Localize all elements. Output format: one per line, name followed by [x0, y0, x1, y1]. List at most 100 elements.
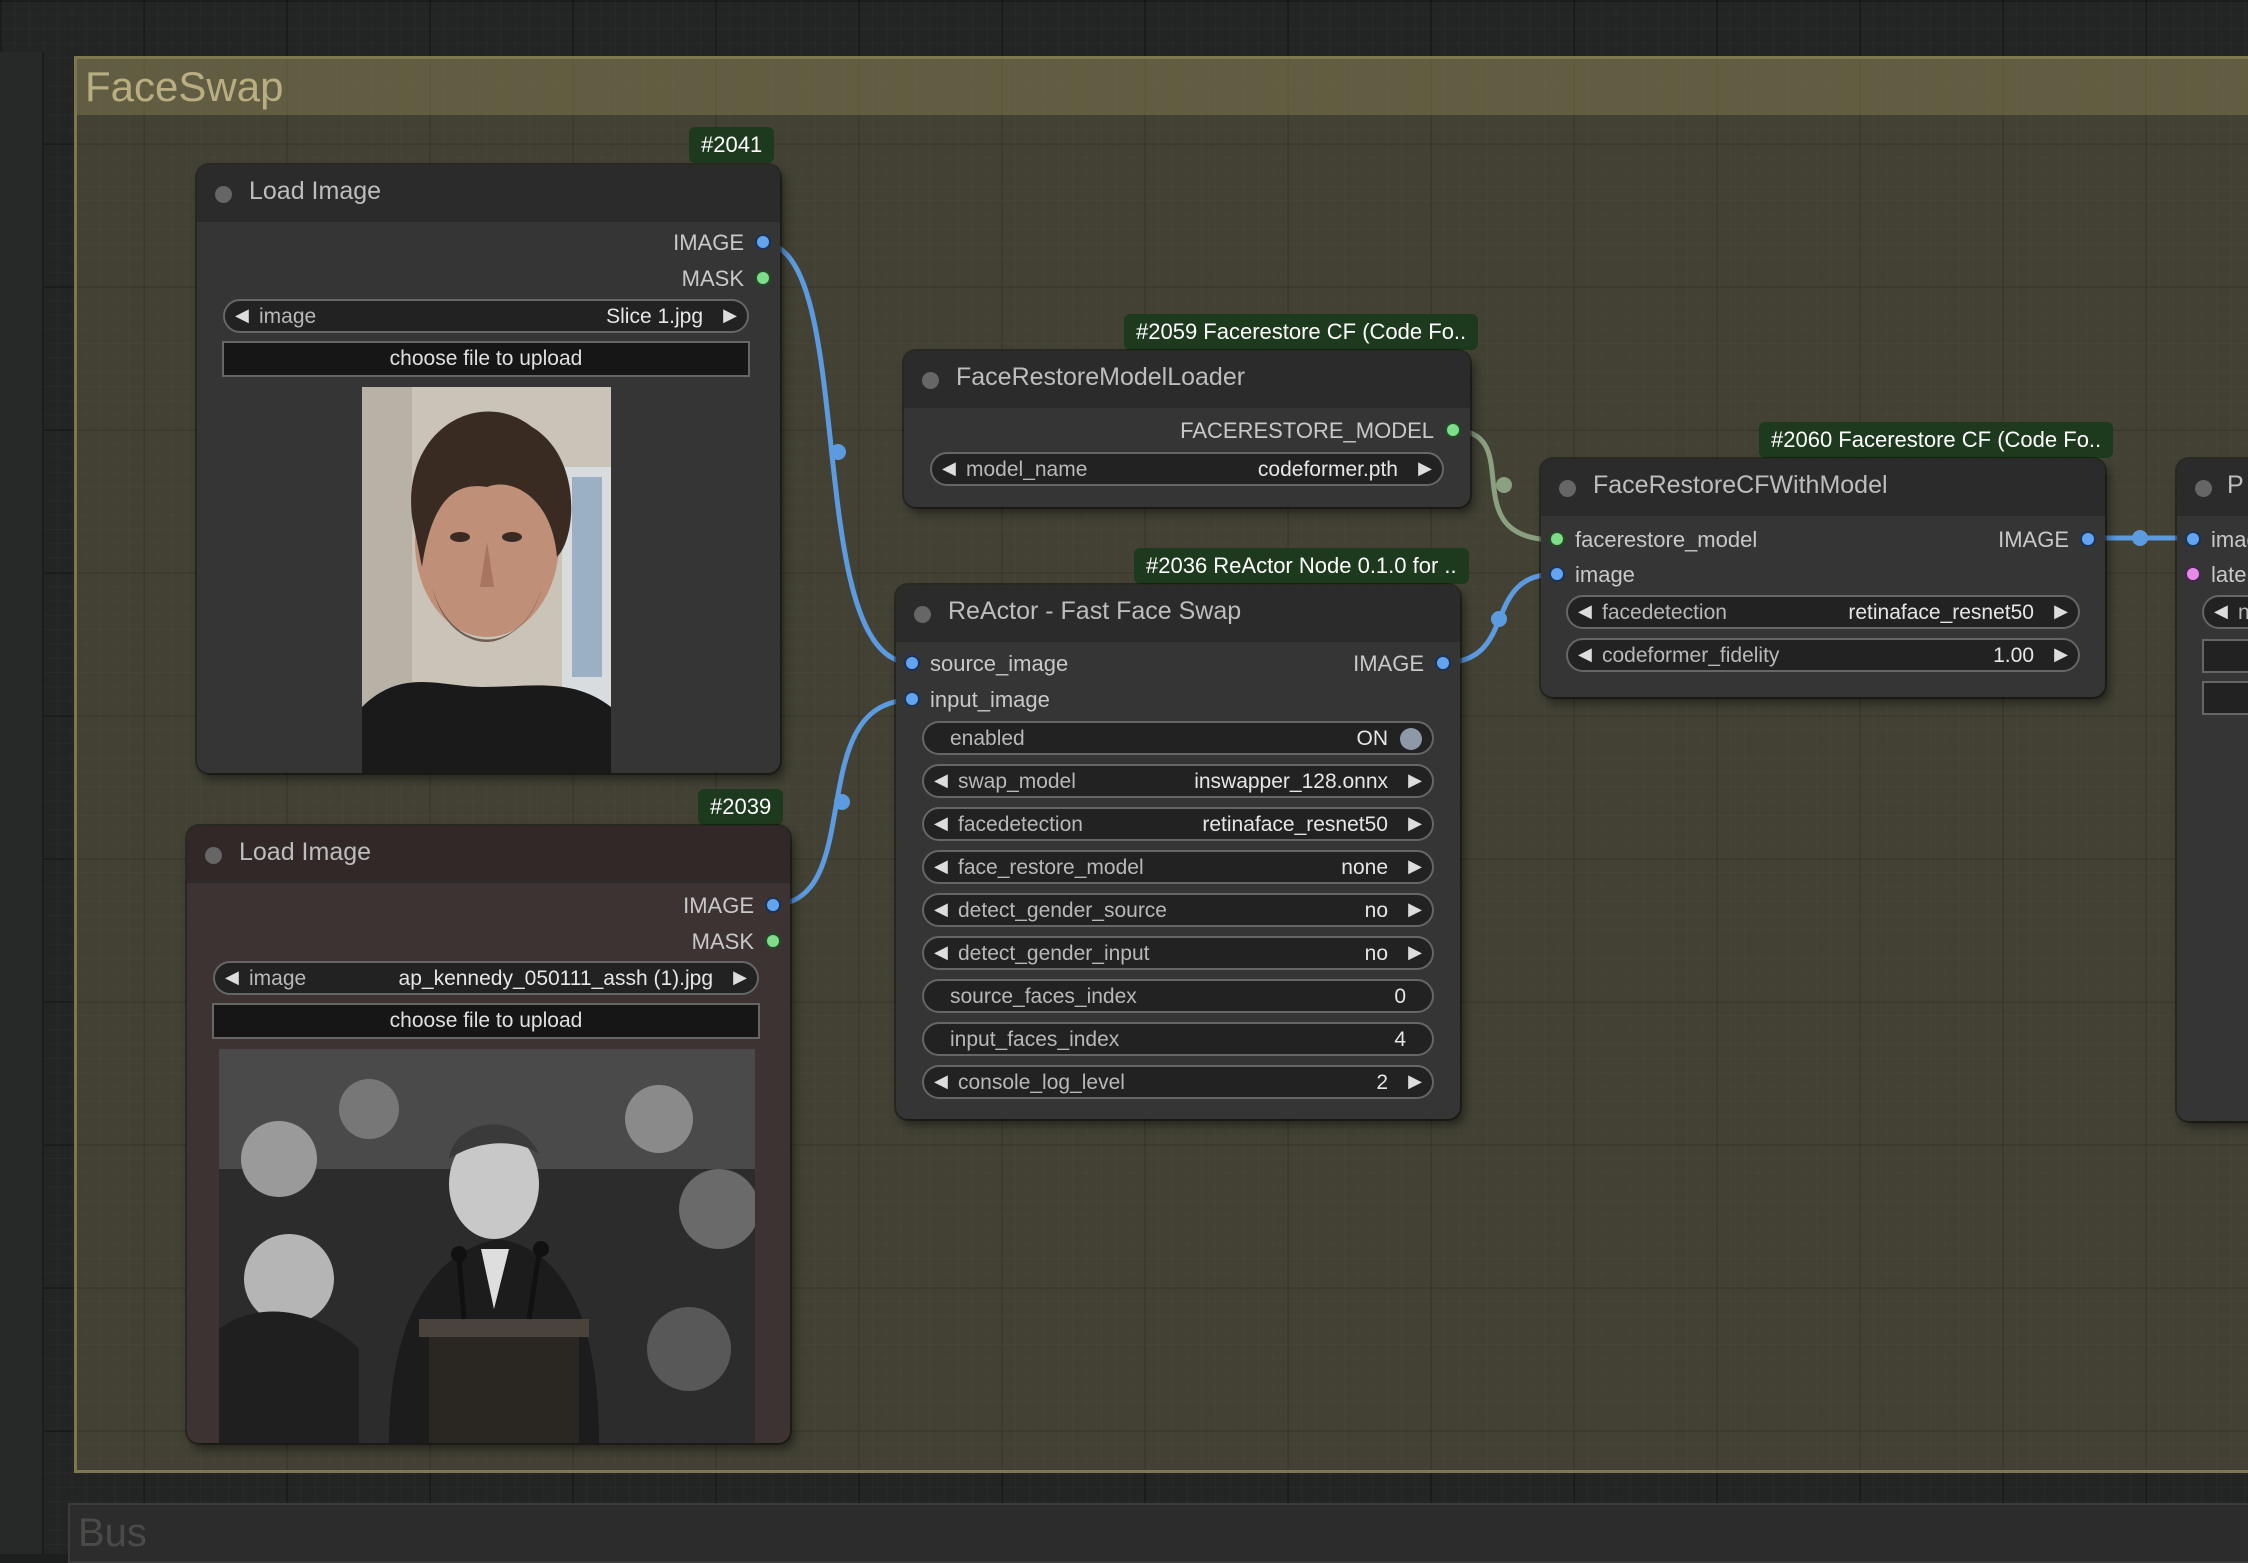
- collapse-dot-icon[interactable]: [2195, 480, 2212, 497]
- right-arrow-icon[interactable]: ▶: [2054, 601, 2068, 622]
- output-label-image: IMAGE: [683, 893, 754, 918]
- left-arrow-icon[interactable]: ◀: [2214, 601, 2228, 622]
- right-arrow-icon[interactable]: ▶: [1408, 813, 1422, 834]
- widget-name: enabled: [950, 727, 1025, 750]
- node-header[interactable]: P: [2177, 459, 2248, 516]
- input-label-latent: late: [2211, 562, 2247, 587]
- text-input-faces-index[interactable]: input_faces_index 4: [922, 1022, 1434, 1056]
- combo-image[interactable]: ◀ image ap_kennedy_050111_assh (1).jpg ▶: [213, 961, 759, 995]
- combo-swap-model[interactable]: ◀ swap_model inswapper_128.onnx ▶: [922, 764, 1434, 798]
- widget-name: source_faces_index: [950, 985, 1137, 1008]
- right-arrow-icon[interactable]: ▶: [733, 967, 747, 988]
- left-arrow-icon[interactable]: ◀: [235, 305, 249, 326]
- input-slot-latent[interactable]: [2187, 568, 2199, 580]
- collapse-dot-icon[interactable]: [922, 372, 939, 389]
- input-slot-image[interactable]: [1551, 568, 1563, 580]
- upload-button[interactable]: choose file to upload: [212, 1003, 760, 1039]
- widget-value: Slice 1.jpg: [606, 305, 703, 328]
- partial-widget[interactable]: [2202, 639, 2248, 673]
- node-header[interactable]: FaceRestoreCFWithModel: [1541, 459, 2105, 516]
- collapse-dot-icon[interactable]: [914, 606, 931, 623]
- link-midpoint: [1496, 477, 1512, 493]
- node-facerestore-cf-with-model[interactable]: FaceRestoreCFWithModel facerestore_model…: [1541, 459, 2105, 697]
- combo-image[interactable]: ◀ image Slice 1.jpg ▶: [223, 299, 749, 333]
- right-arrow-icon[interactable]: ▶: [723, 305, 737, 326]
- combo-face-restore-model[interactable]: ◀ face_restore_model none ▶: [922, 850, 1434, 884]
- widget-name: image: [259, 305, 317, 328]
- left-arrow-icon[interactable]: ◀: [1578, 601, 1592, 622]
- right-arrow-icon[interactable]: ▶: [1408, 856, 1422, 877]
- right-arrow-icon[interactable]: ▶: [1408, 942, 1422, 963]
- node-header[interactable]: Load Image: [187, 826, 790, 883]
- left-arrow-icon[interactable]: ◀: [225, 967, 239, 988]
- number-codeformer-fidelity[interactable]: ◀ codeformer_fidelity 1.00 ▶: [1566, 638, 2080, 672]
- widget-value: retinaface_resnet50: [1848, 601, 2034, 624]
- node-title: Load Image: [249, 177, 382, 205]
- widget-name: facedetection: [1602, 601, 1727, 624]
- left-arrow-icon[interactable]: ◀: [934, 813, 948, 834]
- output-label-mask: MASK: [681, 266, 744, 291]
- output-slot-image[interactable]: [767, 899, 779, 911]
- output-slot-mask[interactable]: [767, 935, 779, 947]
- link-midpoint: [834, 794, 850, 810]
- node-load-image-2039[interactable]: Load Image IMAGE MASK ◀ image ap_kennedy…: [187, 826, 790, 1443]
- input-label-source-image: source_image: [930, 651, 1069, 676]
- node-title: P: [2227, 471, 2244, 499]
- node-header[interactable]: FaceRestoreModelLoader: [904, 351, 1470, 408]
- toggle-knob-icon[interactable]: [1400, 728, 1422, 750]
- input-slot-input-image[interactable]: [906, 693, 918, 705]
- left-arrow-icon[interactable]: ◀: [934, 899, 948, 920]
- combo-model-name[interactable]: ◀ model_name codeformer.pth ▶: [930, 452, 1444, 486]
- text-source-faces-index[interactable]: source_faces_index 0: [922, 979, 1434, 1013]
- combo-facedetection[interactable]: ◀ facedetection retinaface_resnet50 ▶: [922, 807, 1434, 841]
- number-console-log-level[interactable]: ◀ console_log_level 2 ▶: [922, 1065, 1434, 1099]
- output-slot-image[interactable]: [1437, 657, 1449, 669]
- node-facerestore-model-loader[interactable]: FaceRestoreModelLoader FACERESTORE_MODEL…: [904, 351, 1470, 507]
- output-slot-facerestore-model[interactable]: [1447, 424, 1459, 436]
- node-load-image-2041[interactable]: Load Image IMAGE MASK ◀ image Slice 1.jp…: [197, 165, 780, 773]
- combo-detect-gender-input[interactable]: ◀ detect_gender_input no ▶: [922, 936, 1434, 970]
- input-slot-source-image[interactable]: [906, 657, 918, 669]
- left-arrow-icon[interactable]: ◀: [1578, 644, 1592, 665]
- node-reactor-fast-face-swap[interactable]: ReActor - Fast Face Swap source_image in…: [896, 585, 1460, 1119]
- right-arrow-icon[interactable]: ▶: [1408, 899, 1422, 920]
- left-arrow-icon[interactable]: ◀: [942, 458, 956, 479]
- node-id-badge: #2041: [689, 127, 775, 163]
- link-midpoint: [830, 444, 846, 460]
- input-label-input-image: input_image: [930, 687, 1050, 712]
- upload-button[interactable]: choose file to upload: [222, 341, 750, 377]
- widget-name: console_log_level: [958, 1071, 1125, 1094]
- collapse-dot-icon[interactable]: [205, 847, 222, 864]
- collapse-dot-icon[interactable]: [1559, 480, 1576, 497]
- output-slot-image[interactable]: [2082, 533, 2094, 545]
- right-arrow-icon[interactable]: ▶: [1408, 770, 1422, 791]
- left-arrow-icon[interactable]: ◀: [934, 1071, 948, 1092]
- toggle-enabled[interactable]: enabled ON: [922, 721, 1434, 755]
- node-partial-offscreen[interactable]: P imag late ◀ n: [2177, 459, 2248, 1121]
- right-arrow-icon[interactable]: ▶: [1408, 1071, 1422, 1092]
- left-arrow-icon[interactable]: ◀: [934, 942, 948, 963]
- widget-value: retinaface_resnet50: [1202, 813, 1388, 836]
- output-slot-mask[interactable]: [757, 272, 769, 284]
- output-label-image: IMAGE: [673, 230, 744, 255]
- link-midpoint: [1491, 611, 1507, 627]
- widget-value: 1.00: [1993, 644, 2034, 667]
- right-arrow-icon[interactable]: ▶: [1418, 458, 1432, 479]
- input-slot-image[interactable]: [2187, 533, 2199, 545]
- node-header[interactable]: ReActor - Fast Face Swap: [896, 585, 1460, 642]
- left-arrow-icon[interactable]: ◀: [934, 856, 948, 877]
- partial-widget[interactable]: [2202, 681, 2248, 715]
- node-id-badge: #2059 Facerestore CF (Code Fo..: [1124, 314, 1479, 350]
- widget-name: image: [249, 967, 307, 990]
- right-arrow-icon[interactable]: ▶: [2054, 644, 2068, 665]
- node-id-badge: #2060 Facerestore CF (Code Fo..: [1759, 422, 2114, 458]
- node-id-badge: #2039: [698, 789, 784, 825]
- node-header[interactable]: Load Image: [197, 165, 780, 222]
- combo-detect-gender-source[interactable]: ◀ detect_gender_source no ▶: [922, 893, 1434, 927]
- left-arrow-icon[interactable]: ◀: [934, 770, 948, 791]
- combo-facedetection[interactable]: ◀ facedetection retinaface_resnet50 ▶: [1566, 595, 2080, 629]
- input-slot-facerestore-model[interactable]: [1551, 533, 1563, 545]
- collapse-dot-icon[interactable]: [215, 186, 232, 203]
- combo-partial[interactable]: ◀ n: [2202, 595, 2248, 629]
- output-slot-image[interactable]: [757, 236, 769, 248]
